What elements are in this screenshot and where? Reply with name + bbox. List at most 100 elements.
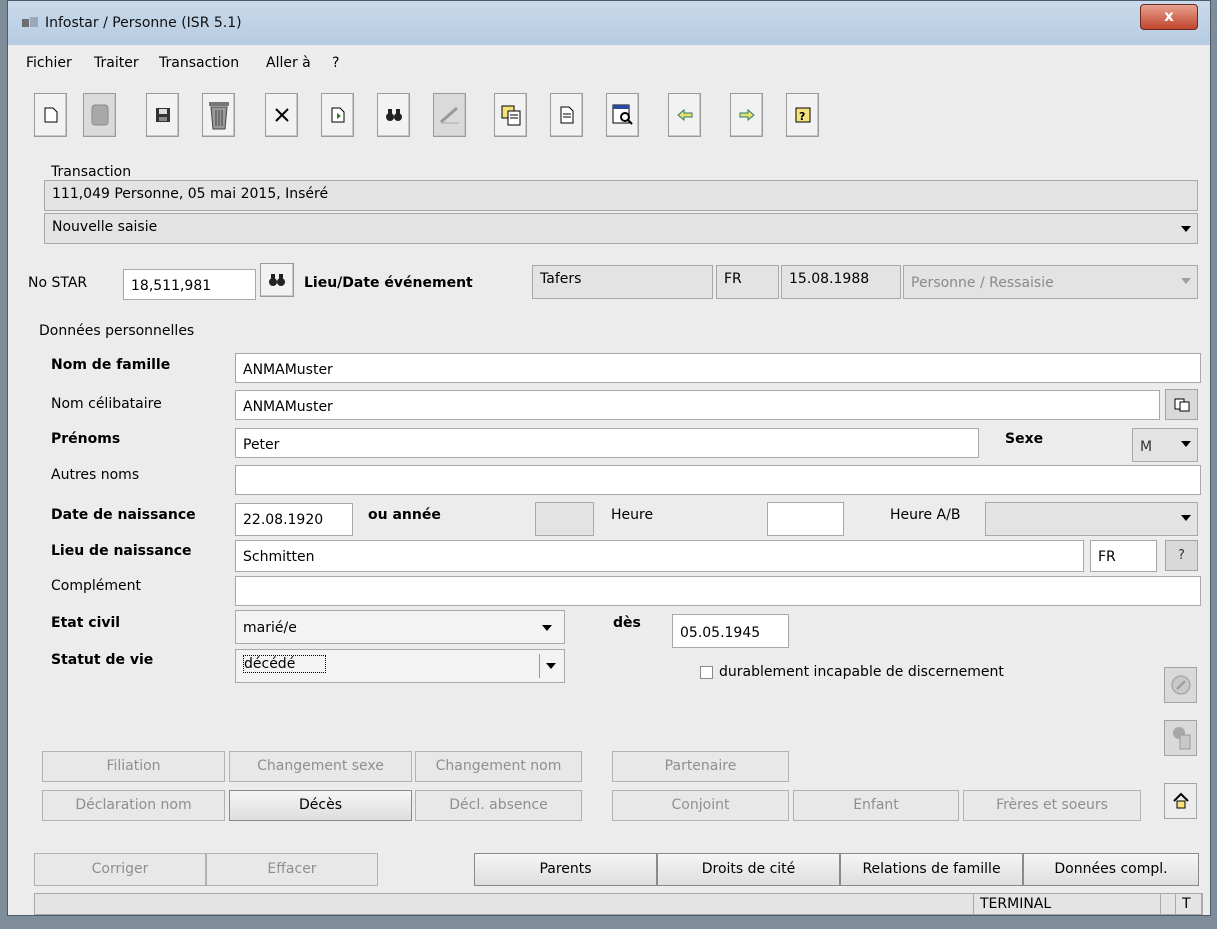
heure-field[interactable] <box>767 502 844 536</box>
event-type-value: Personne / Ressaisie <box>911 275 1054 291</box>
save-icon[interactable] <box>146 93 179 137</box>
autres-noms-label: Autres noms <box>51 467 140 483</box>
document-icon[interactable] <box>550 93 583 137</box>
relations-famille-button[interactable]: Relations de famille <box>840 853 1023 886</box>
transaction-mode-value: Nouvelle saisie <box>52 219 158 235</box>
event-type-select[interactable]: Personne / Ressaisie <box>903 265 1198 299</box>
date-naissance-field[interactable]: 22.08.1920 <box>235 503 353 536</box>
des-field[interactable]: 05.05.1945 <box>672 614 789 648</box>
paste-icon[interactable] <box>494 93 527 137</box>
changement-nom-button[interactable]: Changement nom <box>415 751 582 782</box>
declaration-nom-button[interactable]: Déclaration nom <box>42 790 225 821</box>
event-date: 15.08.1988 <box>781 265 901 299</box>
lieu-help-button[interactable]: ? <box>1165 540 1198 571</box>
copy-disabled-icon[interactable] <box>83 93 116 137</box>
forward-arrow-icon[interactable] <box>730 93 763 137</box>
prenoms-label: Prénoms <box>51 431 121 447</box>
menu-help[interactable]: ? <box>332 55 339 71</box>
sexe-select[interactable]: M <box>1132 428 1198 462</box>
copy-name-button[interactable] <box>1165 389 1198 420</box>
transaction-mode-select[interactable]: Nouvelle saisie <box>44 213 1198 244</box>
etat-civil-label: Etat civil <box>51 615 121 631</box>
sign-disabled-icon[interactable] <box>433 93 466 137</box>
lieu-naissance-field[interactable]: Schmitten <box>235 540 1084 572</box>
sexe-value: M <box>1140 439 1153 455</box>
decl-absence-button[interactable]: Décl. absence <box>415 790 582 821</box>
etat-civil-value: marié/e <box>243 620 297 636</box>
etat-civil-select[interactable]: marié/e <box>235 610 565 644</box>
copy-icon <box>1174 398 1189 411</box>
window-title: Infostar / Personne (ISR 5.1) <box>45 15 242 31</box>
back-arrow-icon[interactable] <box>668 93 701 137</box>
lieu-naissance-canton[interactable]: FR <box>1090 540 1157 572</box>
droits-cite-button[interactable]: Droits de cité <box>657 853 840 886</box>
menu-traiter[interactable]: Traiter <box>94 55 139 71</box>
svg-text:?: ? <box>799 110 805 123</box>
edit-document-button[interactable] <box>1164 667 1197 703</box>
app-icon <box>22 17 38 29</box>
des-label: dès <box>613 615 641 631</box>
deces-button[interactable]: Décès <box>229 790 412 821</box>
person-document-button[interactable] <box>1164 720 1197 756</box>
event-label: Lieu/Date événement <box>304 275 473 291</box>
home-button[interactable] <box>1164 783 1197 819</box>
section-personal-data: Données personnelles <box>39 323 195 339</box>
menu-bar: Fichier Traiter Transaction Aller à ? <box>8 49 1210 75</box>
ou-annee-label: ou année <box>368 507 441 523</box>
chevron-down-icon <box>542 625 552 631</box>
transaction-label: Transaction <box>51 164 132 180</box>
new-icon[interactable] <box>34 93 67 137</box>
donnees-compl-button[interactable]: Données compl. <box>1023 853 1199 886</box>
menu-transaction[interactable]: Transaction <box>159 55 239 71</box>
title-bar[interactable]: Infostar / Personne (ISR 5.1) x <box>8 1 1210 45</box>
prenoms-field[interactable]: Peter <box>235 428 979 458</box>
star-search-button[interactable] <box>260 263 294 297</box>
search-binoculars-icon <box>269 274 285 286</box>
menu-fichier[interactable]: Fichier <box>26 55 72 71</box>
incapable-checkbox[interactable] <box>700 666 713 679</box>
effacer-button[interactable]: Effacer <box>206 853 378 886</box>
corriger-button[interactable]: Corriger <box>34 853 206 886</box>
combo-divider <box>539 654 540 678</box>
heure-label: Heure <box>611 507 654 523</box>
statut-vie-value: décédé <box>243 655 327 673</box>
freres-soeurs-button[interactable]: Frères et soeurs <box>963 790 1141 821</box>
nom-celibataire-field[interactable]: ANMAMuster <box>235 390 1160 420</box>
annee-field[interactable] <box>535 502 594 536</box>
status-terminal: TERMINAL <box>973 893 1161 915</box>
chevron-down-icon <box>1181 441 1191 447</box>
complement-label: Complément <box>51 578 141 594</box>
close-window-button[interactable]: x <box>1140 4 1198 30</box>
conjoint-button[interactable]: Conjoint <box>612 790 789 821</box>
chevron-down-icon <box>1181 278 1191 284</box>
heure-ab-label: Heure A/B <box>890 507 961 523</box>
chevron-down-icon <box>1181 515 1191 521</box>
search-binoculars-icon[interactable] <box>377 93 410 137</box>
filiation-button[interactable]: Filiation <box>42 751 225 782</box>
transaction-info: 111,049 Personne, 05 mai 2015, Inséré <box>44 180 1198 211</box>
import-icon[interactable] <box>321 93 354 137</box>
changement-sexe-button[interactable]: Changement sexe <box>229 751 412 782</box>
heure-ab-select[interactable] <box>985 502 1198 536</box>
help-icon[interactable]: ? <box>786 93 819 137</box>
application-window: Infostar / Personne (ISR 5.1) x Fichier … <box>7 0 1211 916</box>
close-icon[interactable] <box>265 93 298 137</box>
star-number-label: No STAR <box>28 275 88 291</box>
preview-icon[interactable] <box>606 93 639 137</box>
incapable-label: durablement incapable de discernement <box>719 664 1004 680</box>
menu-aller-a[interactable]: Aller à <box>266 55 311 71</box>
statut-vie-label: Statut de vie <box>51 652 154 668</box>
autres-noms-field[interactable] <box>235 465 1201 495</box>
sexe-label: Sexe <box>1005 431 1044 447</box>
trash-icon[interactable] <box>202 93 235 137</box>
parents-button[interactable]: Parents <box>474 853 657 886</box>
chevron-down-icon <box>1181 226 1191 232</box>
complement-field[interactable] <box>235 576 1201 606</box>
event-canton: FR <box>716 265 779 299</box>
partenaire-button[interactable]: Partenaire <box>612 751 789 782</box>
nom-famille-field[interactable]: ANMAMuster <box>235 353 1201 383</box>
person-document-icon <box>1172 727 1190 750</box>
star-number-field[interactable]: 18,511,981 <box>123 269 256 300</box>
statut-vie-select[interactable]: décédé <box>235 649 565 683</box>
enfant-button[interactable]: Enfant <box>793 790 959 821</box>
